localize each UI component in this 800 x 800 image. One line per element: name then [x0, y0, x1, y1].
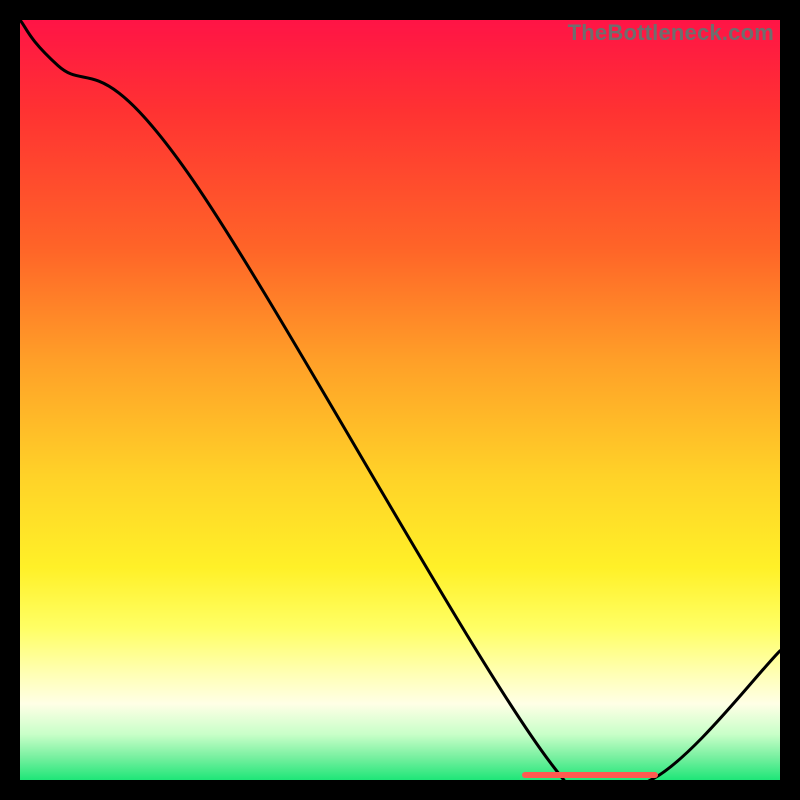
bottleneck-curve: [20, 20, 780, 780]
plot-area: TheBottleneck.com: [20, 20, 780, 780]
curve-path: [20, 20, 780, 780]
chart-frame: TheBottleneck.com: [0, 0, 800, 800]
watermark-label: TheBottleneck.com: [568, 20, 774, 46]
optimum-marker: [522, 772, 659, 778]
